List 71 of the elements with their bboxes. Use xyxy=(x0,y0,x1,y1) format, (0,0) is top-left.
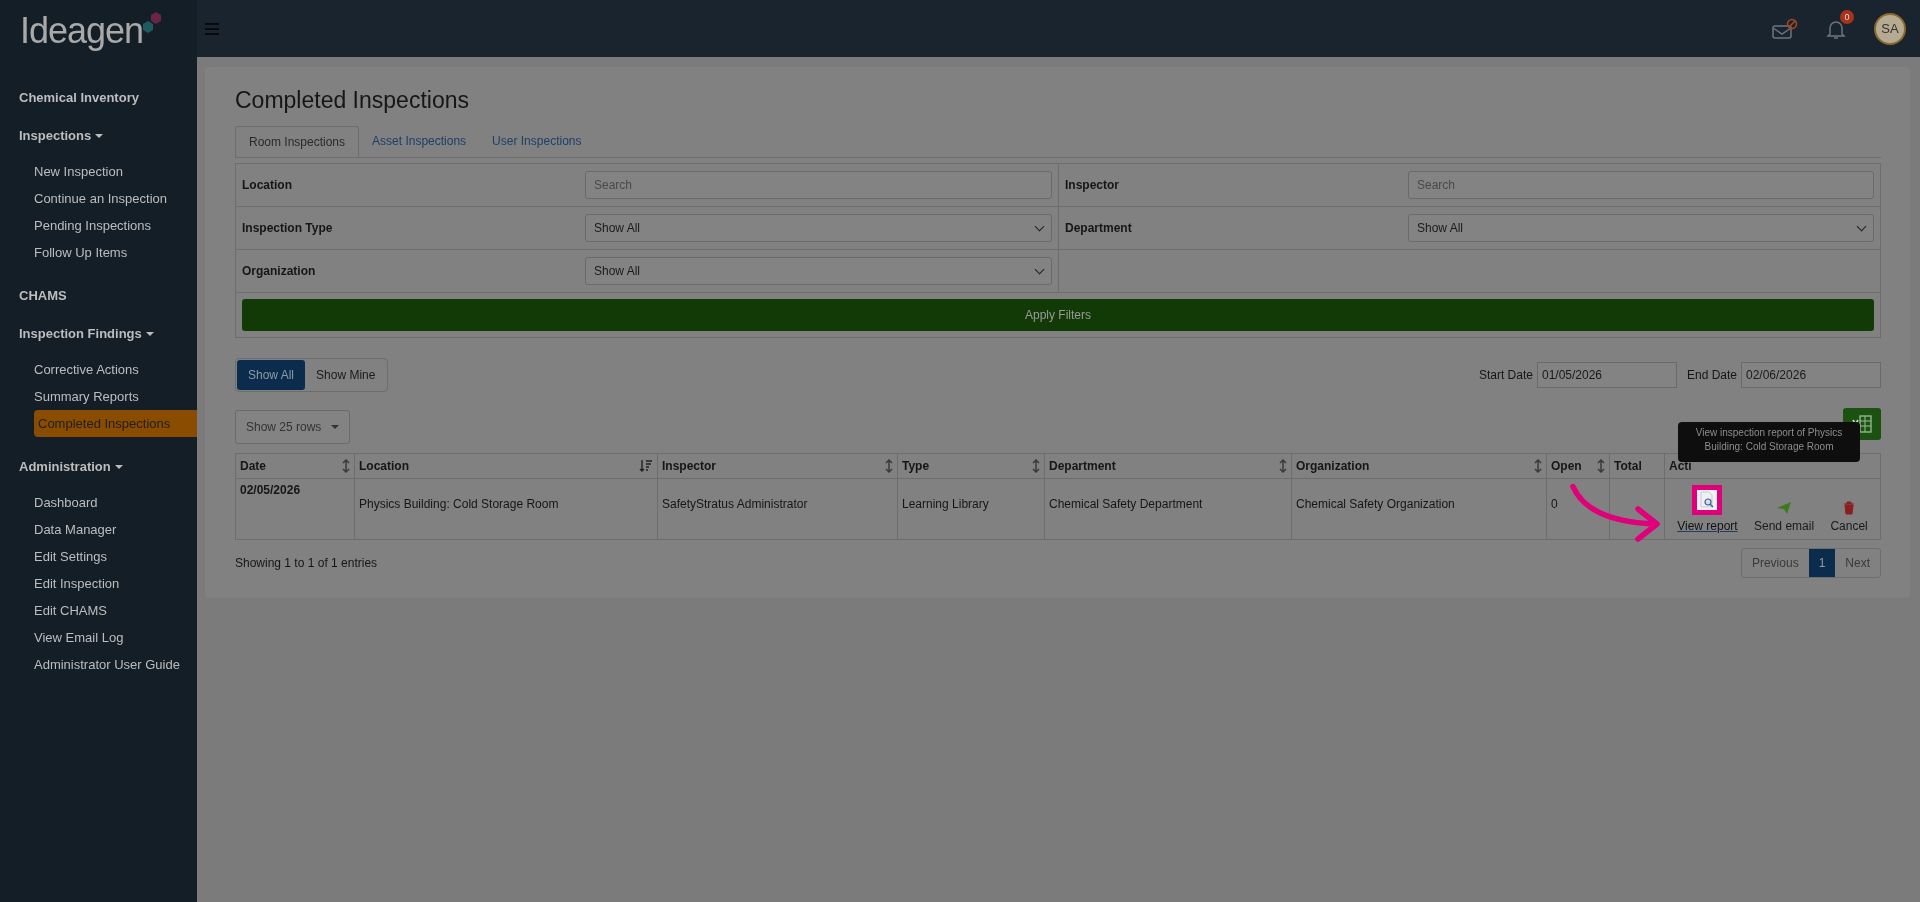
date-label: End Date xyxy=(1686,368,1737,382)
sidebar-item[interactable]: Follow Up Items xyxy=(30,239,132,266)
entries-info: Showing 1 to 1 of 1 entries xyxy=(235,556,378,570)
paper-plane-icon xyxy=(1776,501,1793,515)
column-header[interactable]: Inspector xyxy=(658,454,898,478)
sidebar-section[interactable]: CHAMS xyxy=(0,288,86,304)
apply-filters-button[interactable]: Apply Filters xyxy=(242,299,1874,331)
sidebar-item[interactable]: View Email Log xyxy=(30,624,128,651)
filter-label: Inspector xyxy=(1065,178,1120,192)
sidebar-item[interactable]: Summary Reports xyxy=(30,383,143,410)
cancel-button[interactable]: Cancel xyxy=(1830,501,1868,533)
sidebar-item[interactable]: Corrective Actions xyxy=(30,356,143,383)
filter-label: Organization xyxy=(242,264,317,278)
view-report-link[interactable]: View report xyxy=(1677,485,1738,533)
column-header[interactable]: Organization xyxy=(1292,454,1547,478)
select-field[interactable]: Show All xyxy=(585,257,1052,285)
notification-badge: 0 xyxy=(1840,9,1854,24)
sidebar-item[interactable]: New Inspection xyxy=(30,158,127,185)
select-field[interactable]: Show All xyxy=(1408,214,1874,242)
table-cell: Learning Library xyxy=(898,479,1045,539)
column-header[interactable]: Date xyxy=(236,454,355,478)
sidebar-item[interactable]: Edit Settings xyxy=(30,543,111,570)
pagination-button[interactable]: Next xyxy=(1835,549,1880,577)
tab[interactable]: Room Inspections xyxy=(235,126,360,157)
sidebar-item[interactable]: Dashboard xyxy=(30,489,102,516)
select-field[interactable]: Show All xyxy=(585,214,1052,242)
table-cell: 0 xyxy=(1547,479,1610,539)
filter-label: Department xyxy=(1065,221,1133,235)
rows-dropdown[interactable]: Show 25 rows xyxy=(235,410,351,444)
tab[interactable]: User Inspections xyxy=(479,126,595,157)
sidebar-item[interactable]: Edit Inspection xyxy=(30,570,124,597)
sidebar-section[interactable]: Chemical Inventory xyxy=(0,90,158,106)
envelope-blocked-icon[interactable] xyxy=(1772,17,1798,40)
pagination-button[interactable]: 1 xyxy=(1808,549,1836,577)
spreadsheet-icon xyxy=(1852,415,1872,433)
trash-icon xyxy=(1843,501,1856,515)
table-cell: 02/05/2026 xyxy=(236,479,355,539)
toggle-button[interactable]: Show Mine xyxy=(305,360,387,390)
tooltip: View inspection report of Physics Building: Cold Storage Room xyxy=(1678,422,1860,462)
column-header[interactable]: Type xyxy=(898,454,1045,478)
date-label: Start Date xyxy=(1478,368,1533,382)
filter-label: Location xyxy=(242,178,293,192)
cubes-logo-icon xyxy=(141,12,164,36)
date-field[interactable]: 01/05/2026 xyxy=(1536,362,1677,388)
column-header[interactable]: Department xyxy=(1045,454,1292,478)
table-cell: Chemical Safety Department xyxy=(1045,479,1292,539)
sidebar-section[interactable]: Inspections xyxy=(0,128,123,144)
sidebar-item[interactable]: Continue an Inspection xyxy=(30,185,171,212)
page-title: Completed Inspections xyxy=(235,87,470,114)
column-header[interactable]: Total xyxy=(1610,454,1665,478)
sidebar-item[interactable]: Edit CHAMS xyxy=(30,597,111,624)
sidebar-item[interactable]: Administrator User Guide xyxy=(30,651,184,678)
filter-label: Inspection Type xyxy=(242,221,334,235)
date-field[interactable]: 02/06/2026 xyxy=(1741,362,1881,388)
table-cell: SafetyStratus Administrator xyxy=(658,479,898,539)
sidebar-item[interactable]: Completed Inspections xyxy=(34,410,197,437)
sidebar-section[interactable]: Administration xyxy=(0,459,142,475)
sidebar-item[interactable]: Data Manager xyxy=(30,516,121,543)
sidebar-section[interactable]: Inspection Findings xyxy=(0,326,173,342)
table-cell: Physics Building: Cold Storage Room xyxy=(355,479,658,539)
sidebar-item[interactable]: Pending Inspections xyxy=(30,212,156,239)
toggle-button[interactable]: Show All xyxy=(237,360,306,390)
search-field[interactable]: Search xyxy=(585,171,1052,199)
search-field[interactable]: Search xyxy=(1408,171,1874,199)
tab[interactable]: Asset Inspections xyxy=(359,126,480,157)
pagination-button[interactable]: Previous xyxy=(1741,549,1809,577)
send-email-button[interactable]: Send email xyxy=(1754,501,1815,533)
user-avatar[interactable]: SA xyxy=(1874,12,1906,45)
column-header[interactable]: Open xyxy=(1547,454,1610,478)
table-cell: Chemical Safety Organization xyxy=(1292,479,1547,539)
column-header[interactable]: Location xyxy=(355,454,658,478)
